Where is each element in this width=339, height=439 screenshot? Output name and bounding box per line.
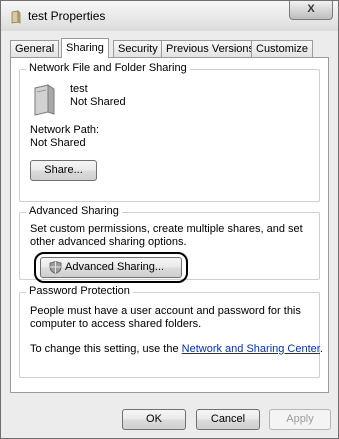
change-prefix: To change this setting, use the (30, 343, 182, 355)
group-label: Network File and Folder Sharing (26, 62, 190, 74)
change-suffix: . (319, 343, 323, 355)
advanced-sharing-description: Set custom permissions, create multiple … (30, 223, 303, 248)
network-path-value: Not Shared (30, 137, 86, 149)
share-button[interactable]: Share... (30, 160, 97, 181)
shared-folder-icon (34, 84, 55, 116)
tab-customize[interactable]: Customize (251, 40, 313, 57)
group-label: Advanced Sharing (26, 205, 122, 217)
tab-sharing[interactable]: Sharing (61, 38, 109, 58)
network-sharing-group: Network File and Folder Sharing test Not… (19, 62, 320, 202)
close-icon: X (307, 3, 315, 15)
change-setting-text: To change this setting, use the Network … (30, 343, 323, 356)
share-status: Not Shared (70, 96, 126, 108)
advanced-sharing-group: Advanced Sharing Set custom permissions,… (19, 205, 320, 283)
advanced-sharing-button[interactable]: Advanced Sharing... (40, 257, 182, 278)
group-label: Password Protection (26, 285, 133, 297)
advanced-sharing-button-label: Advanced Sharing... (65, 261, 165, 273)
folder-icon (11, 10, 21, 24)
window-title: test Properties (28, 9, 106, 23)
close-button[interactable]: X (289, 1, 333, 20)
password-protection-description: People must have a user account and pass… (30, 305, 301, 330)
properties-dialog: test Properties X General Sharing Securi… (0, 0, 339, 439)
cancel-button[interactable]: Cancel (196, 409, 260, 430)
network-sharing-center-link[interactable]: Network and Sharing Center (182, 343, 320, 355)
title-bar[interactable]: test Properties X (1, 1, 338, 31)
shield-icon (49, 261, 62, 274)
network-path-label: Network Path: (30, 124, 100, 136)
apply-button[interactable]: Apply (269, 409, 331, 430)
password-protection-group: Password Protection People must have a u… (19, 285, 323, 378)
folder-name: test (70, 83, 88, 95)
tab-general[interactable]: General (10, 40, 60, 57)
ok-button[interactable]: OK (122, 409, 186, 430)
sharing-panel: Network File and Folder Sharing test Not… (10, 57, 329, 393)
tab-previous-versions[interactable]: Previous Versions (161, 40, 260, 57)
tab-security[interactable]: Security (113, 40, 163, 57)
